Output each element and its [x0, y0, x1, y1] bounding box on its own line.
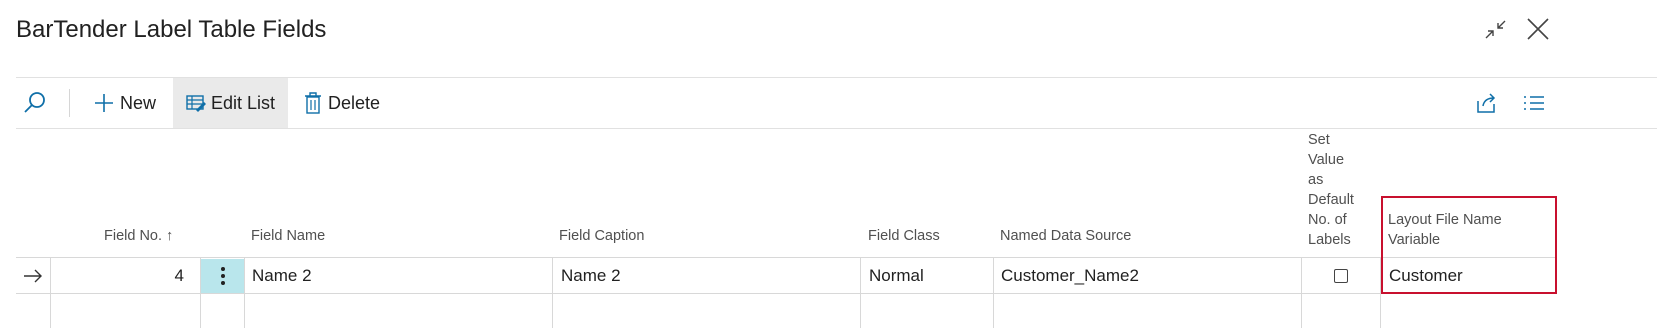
- delete-label: Delete: [328, 92, 381, 113]
- edit-list-button[interactable]: Edit List: [173, 78, 288, 128]
- column-divider: [993, 257, 994, 328]
- field-name-cell[interactable]: Name 2: [252, 259, 312, 293]
- header-divider: [16, 257, 1557, 258]
- share-icon[interactable]: [1475, 78, 1497, 128]
- arrow-right-icon: [22, 259, 44, 293]
- column-header-field-name[interactable]: Field Name: [251, 226, 325, 246]
- toolbar-divider: [69, 89, 70, 117]
- delete-button[interactable]: Delete: [304, 78, 380, 128]
- column-header-field-caption[interactable]: Field Caption: [559, 226, 644, 246]
- new-button-label: New: [120, 92, 157, 113]
- row-actions-menu-icon[interactable]: [201, 259, 244, 293]
- new-button[interactable]: New: [94, 78, 164, 128]
- field-no-cell[interactable]: 4: [51, 259, 184, 293]
- checkbox-icon: [1334, 269, 1348, 283]
- field-caption-cell[interactable]: Name 2: [561, 259, 621, 293]
- edit-list-icon: [186, 94, 206, 112]
- plus-icon: [94, 93, 114, 113]
- highlight-box: [1381, 196, 1557, 294]
- list-view-icon[interactable]: [1523, 78, 1545, 128]
- collapse-icon[interactable]: [1484, 14, 1508, 44]
- field-class-cell[interactable]: Normal: [869, 259, 924, 293]
- column-header-set-value-default-labels[interactable]: Set Value as Default No. of Labels: [1308, 130, 1374, 250]
- edit-list-label: Edit List: [210, 92, 276, 113]
- column-header-field-no[interactable]: Field No. ↑: [104, 226, 173, 246]
- search-icon[interactable]: [22, 78, 52, 128]
- row-divider: [16, 293, 1557, 294]
- action-bar: New Edit List Delete: [16, 77, 1657, 129]
- named-data-source-cell[interactable]: Customer_Name2: [1001, 259, 1139, 293]
- page-title: BarTender Label Table Fields: [16, 16, 327, 43]
- column-divider: [552, 257, 553, 328]
- close-icon[interactable]: [1524, 14, 1552, 44]
- column-divider: [244, 257, 245, 328]
- column-divider: [860, 257, 861, 328]
- column-header-named-data-source[interactable]: Named Data Source: [1000, 226, 1131, 246]
- column-header-field-class[interactable]: Field Class: [868, 226, 940, 246]
- trash-icon: [304, 92, 322, 114]
- set-value-default-checkbox[interactable]: [1302, 259, 1380, 293]
